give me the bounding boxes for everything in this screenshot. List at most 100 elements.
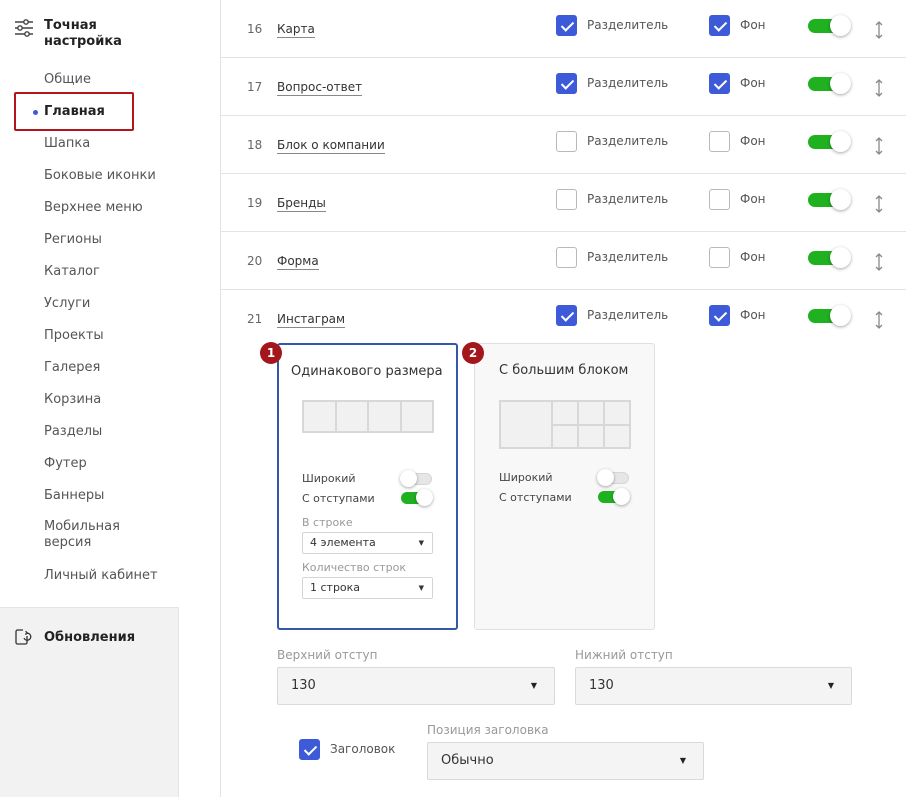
sidebar-item[interactable]: Главная xyxy=(0,96,220,128)
sidebar-item[interactable]: Футер xyxy=(0,448,220,480)
block-enabled-toggle[interactable] xyxy=(808,73,851,94)
block-name-link[interactable]: Форма xyxy=(277,254,319,270)
wide-label: Широкий xyxy=(499,471,553,484)
block-name-link[interactable]: Блок о компании xyxy=(277,138,385,154)
heading-checkbox[interactable] xyxy=(299,739,320,760)
sidebar-item[interactable]: Боковые иконки xyxy=(0,160,220,192)
top-spacing-value: 130 xyxy=(291,678,316,693)
background-label: Фон xyxy=(740,192,766,206)
rows-count-value: 1 строка xyxy=(310,581,361,594)
caret-down-icon: ▼ xyxy=(418,584,424,592)
background-label: Фон xyxy=(740,18,766,32)
refresh-document-icon xyxy=(15,629,32,645)
block-row: 21 Инстаграм Разделитель Фон xyxy=(221,290,906,348)
separator-checkbox[interactable] xyxy=(556,73,577,94)
sidebar-item[interactable]: Верхнее меню xyxy=(0,192,220,224)
top-spacing-label: Верхний отступ xyxy=(277,648,378,662)
separator-checkbox[interactable] xyxy=(556,189,577,210)
block-enabled-toggle[interactable] xyxy=(808,189,851,210)
layout-card-equal[interactable]: Одинакового размера Широкий С отступами … xyxy=(277,343,458,630)
wide-label: Широкий xyxy=(302,472,356,485)
wide-toggle[interactable] xyxy=(400,470,433,487)
sidebar-item-label: Верхнее меню xyxy=(44,200,143,215)
block-enabled-toggle[interactable] xyxy=(808,131,851,152)
separator-label: Разделитель xyxy=(587,76,669,90)
block-name-link[interactable]: Карта xyxy=(277,22,315,38)
layout-preview-equal xyxy=(302,400,434,433)
background-label: Фон xyxy=(740,134,766,148)
sidebar-item[interactable]: Личный кабинет xyxy=(0,560,220,592)
layout-badge: 2 xyxy=(462,342,484,364)
sidebar-header: Точная настройка xyxy=(14,18,122,49)
background-checkbox[interactable] xyxy=(709,247,730,268)
sidebar-item[interactable]: Разделы xyxy=(0,416,220,448)
background-checkbox[interactable] xyxy=(709,189,730,210)
block-row: 19 Бренды Разделитель Фон xyxy=(221,174,906,232)
heading-position-value: Обычно xyxy=(441,753,494,768)
drag-handle-icon[interactable] xyxy=(874,136,884,156)
separator-checkbox[interactable] xyxy=(556,131,577,152)
block-number: 21 xyxy=(247,312,263,326)
sidebar-item-label: Разделы xyxy=(44,424,103,439)
sidebar-item-label: Галерея xyxy=(44,360,101,375)
block-number: 18 xyxy=(247,138,263,152)
caret-down-icon: ▼ xyxy=(827,681,834,690)
separator-checkbox[interactable] xyxy=(556,305,577,326)
sidebar-item[interactable]: Шапка xyxy=(0,128,220,160)
drag-handle-icon[interactable] xyxy=(874,252,884,272)
background-checkbox[interactable] xyxy=(709,305,730,326)
top-spacing-select[interactable]: 130 ▼ xyxy=(277,667,555,705)
sidebar-item[interactable]: Общие xyxy=(0,64,220,96)
per-row-select[interactable]: 4 элемента ▼ xyxy=(302,532,433,554)
sidebar-item[interactable]: Проекты xyxy=(0,320,220,352)
drag-handle-icon[interactable] xyxy=(874,194,884,214)
sidebar-item[interactable]: Мобильная версия xyxy=(0,512,220,560)
sidebar-item-label: Боковые иконки xyxy=(44,168,156,183)
heading-position-label: Позиция заголовка xyxy=(427,723,549,737)
separator-label: Разделитель xyxy=(587,192,669,206)
bottom-spacing-value: 130 xyxy=(589,678,614,693)
separator-checkbox[interactable] xyxy=(556,15,577,36)
heading-position-select[interactable]: Обычно ▼ xyxy=(427,742,704,780)
block-row: 16 Карта Разделитель Фон xyxy=(221,0,906,58)
padding-toggle[interactable] xyxy=(401,489,433,506)
block-enabled-toggle[interactable] xyxy=(808,305,851,326)
block-name-link[interactable]: Бренды xyxy=(277,196,326,212)
wide-toggle[interactable] xyxy=(597,469,630,486)
sidebar-item[interactable]: Услуги xyxy=(0,288,220,320)
block-number: 17 xyxy=(247,80,263,94)
layout-card-big-block[interactable]: С большим блоком Широкий С отступами xyxy=(474,343,655,630)
sidebar-item-label: Общие xyxy=(44,72,91,87)
block-enabled-toggle[interactable] xyxy=(808,247,851,268)
sidebar-item[interactable]: Корзина xyxy=(0,384,220,416)
background-label: Фон xyxy=(740,308,766,322)
sidebar-item[interactable]: Баннеры xyxy=(0,480,220,512)
layout-preview-big-block xyxy=(499,400,631,449)
separator-label: Разделитель xyxy=(587,250,669,264)
separator-label: Разделитель xyxy=(587,134,669,148)
sidebar-item[interactable]: Галерея xyxy=(0,352,220,384)
bottom-spacing-select[interactable]: 130 ▼ xyxy=(575,667,852,705)
sidebar-item-label: Проекты xyxy=(44,328,104,343)
padding-toggle[interactable] xyxy=(598,488,630,505)
per-row-value: 4 элемента xyxy=(310,536,376,549)
layout-badge: 1 xyxy=(260,342,282,364)
background-checkbox[interactable] xyxy=(709,131,730,152)
block-enabled-toggle[interactable] xyxy=(808,15,851,36)
drag-handle-icon[interactable] xyxy=(874,78,884,98)
sidebar-item[interactable]: Регионы xyxy=(0,224,220,256)
block-name-link[interactable]: Вопрос-ответ xyxy=(277,80,363,96)
separator-checkbox[interactable] xyxy=(556,247,577,268)
bottom-spacing-label: Нижний отступ xyxy=(575,648,673,662)
background-checkbox[interactable] xyxy=(709,15,730,36)
updates-link[interactable]: Обновления xyxy=(14,628,135,646)
rows-count-select[interactable]: 1 строка ▼ xyxy=(302,577,433,599)
sidebar-title: Точная настройка xyxy=(44,18,122,49)
block-name-link[interactable]: Инстаграм xyxy=(277,312,346,328)
background-checkbox[interactable] xyxy=(709,73,730,94)
padding-label: С отступами xyxy=(302,492,375,505)
drag-handle-icon[interactable] xyxy=(874,20,884,40)
sidebar-item-label: Услуги xyxy=(44,296,91,311)
drag-handle-icon[interactable] xyxy=(874,310,884,330)
sidebar-item[interactable]: Каталог xyxy=(0,256,220,288)
